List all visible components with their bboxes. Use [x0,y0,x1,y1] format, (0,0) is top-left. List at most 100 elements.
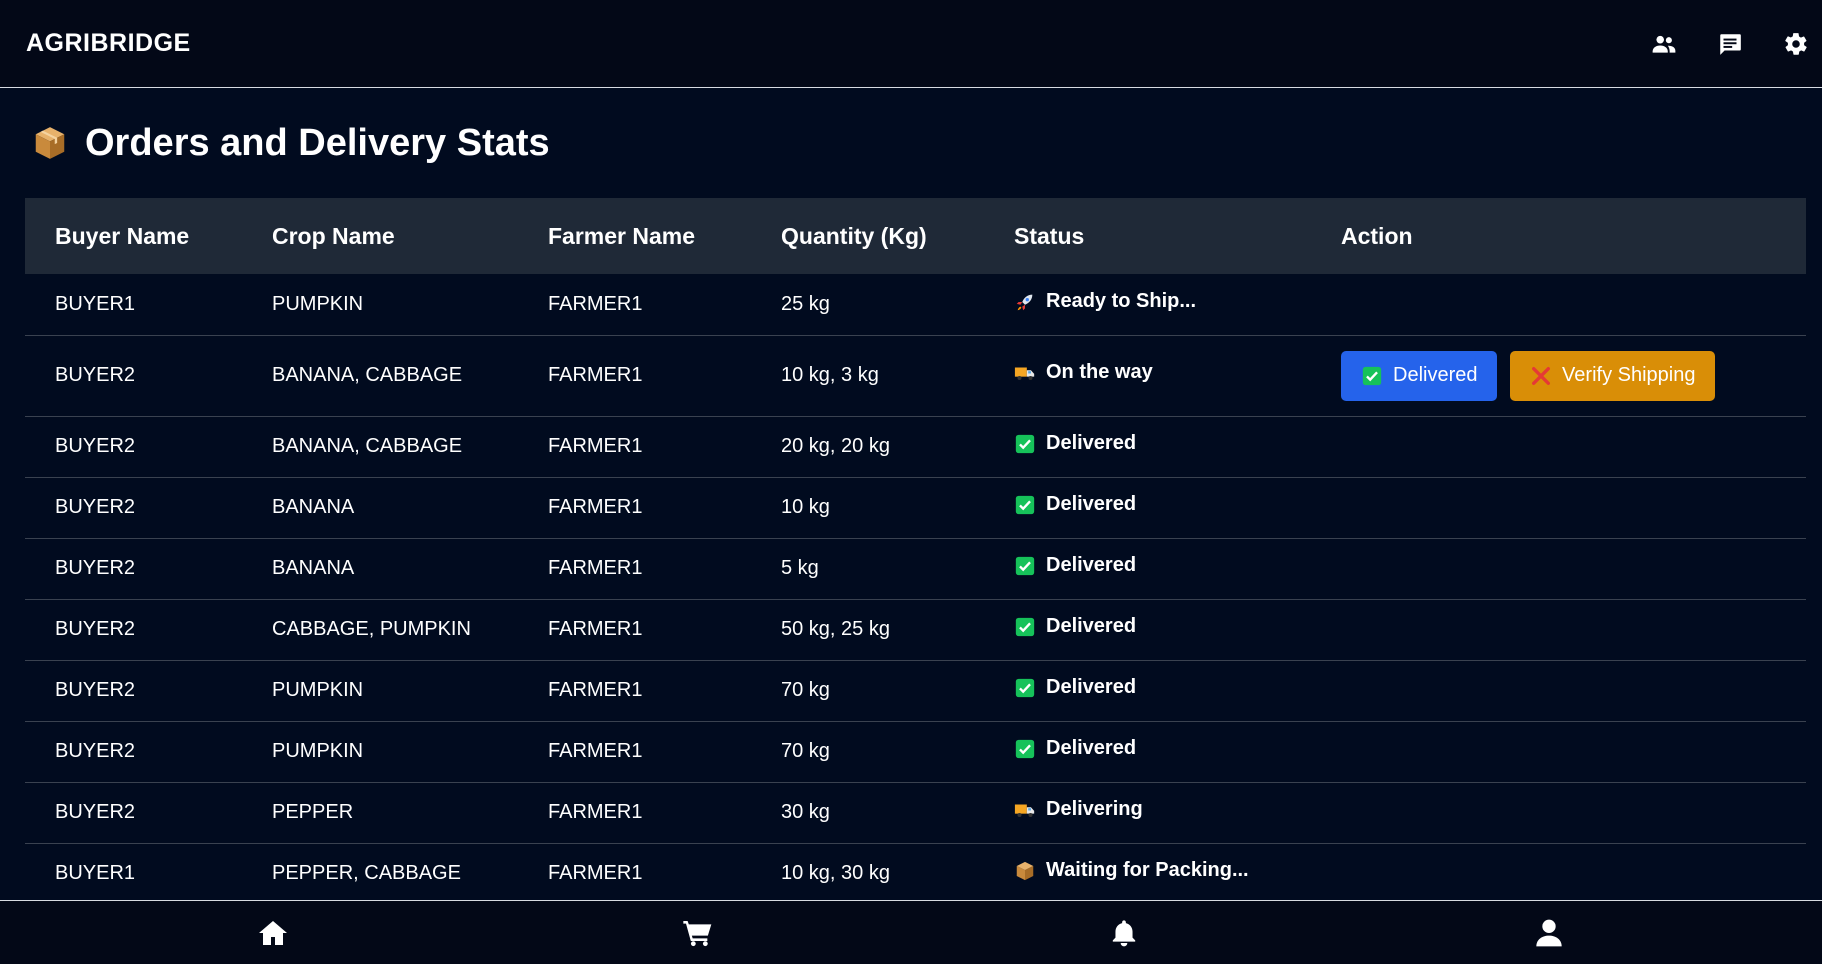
status-text: Delivered [1046,554,1137,577]
cart-icon[interactable] [678,913,718,953]
cross-icon [1532,366,1551,385]
action-cell: Delivered Verify Shipping [1311,335,1806,417]
home-icon[interactable] [253,913,293,953]
crop-cell: PEPPER [242,782,518,844]
table-header-row: Buyer Name Crop Name Farmer Name Quantit… [25,198,1806,274]
status-text: Delivered [1046,676,1137,699]
orders-table: Buyer Name Crop Name Farmer Name Quantit… [25,198,1806,900]
table-row: BUYER2 PEPPER FARMER1 30 kg Delivering [25,782,1806,844]
buyer-cell: BUYER2 [25,782,242,844]
status-cell: Delivered [984,599,1311,661]
crop-cell: CABBAGE, PUMPKIN [242,599,518,661]
main-content: Orders and Delivery Stats Buyer Name Cro… [0,88,1822,900]
quantity-cell: 70 kg [751,660,984,722]
check-icon [1015,434,1035,453]
status-text: Delivered [1046,432,1137,455]
buyer-cell: BUYER2 [25,721,242,783]
farmer-cell: FARMER1 [518,335,751,417]
check-icon [1015,678,1035,697]
action-cell [1311,477,1806,539]
action-cell [1311,721,1806,783]
action-cell [1311,843,1806,900]
top-bar: AGRIBRIDGE [0,0,1822,88]
table-row: BUYER2 PUMPKIN FARMER1 70 kg Delivered [25,660,1806,722]
buyer-cell: BUYER2 [25,335,242,417]
verify-shipping-button[interactable]: Verify Shipping [1510,350,1716,401]
header-actions [1650,30,1810,58]
status-text: Ready to Ship... [1046,290,1197,312]
bottom-navigation [0,900,1822,964]
buyer-cell: BUYER2 [25,416,242,478]
table-row: BUYER2 BANANA FARMER1 10 kg Delivered [25,477,1806,539]
table-row: BUYER1 PEPPER, CABBAGE FARMER1 10 kg, 30… [25,843,1806,900]
chat-icon[interactable] [1716,30,1744,58]
status-label: Delivered [1014,676,1136,699]
bell-icon[interactable] [1104,913,1144,953]
status-text: Waiting for Packing... [1046,859,1249,882]
crop-cell: PEPPER, CABBAGE [242,843,518,900]
action-cell [1311,782,1806,844]
status-label: Delivered [1014,554,1136,577]
farmer-cell: FARMER1 [518,538,751,600]
status-label: Delivered [1014,615,1136,638]
status-label: Delivered [1014,737,1136,760]
check-icon [1015,556,1035,575]
table-row: BUYER2 CABBAGE, PUMPKIN FARMER1 50 kg, 2… [25,599,1806,661]
status-label: Waiting for Packing... [1014,859,1249,882]
status-cell: Delivering [984,782,1311,844]
gear-icon[interactable] [1782,30,1810,58]
column-header-crop: Crop Name [272,222,395,249]
page-title: Orders and Delivery Stats [25,88,1806,198]
status-cell: Ready to Ship... [984,274,1311,336]
app-brand[interactable]: AGRIBRIDGE [26,29,191,58]
delivered-button[interactable]: Delivered [1341,350,1498,401]
buyer-cell: BUYER2 [25,660,242,722]
quantity-cell: 20 kg, 20 kg [751,416,984,478]
action-cell [1311,660,1806,722]
table-row: BUYER2 BANANA FARMER1 5 kg Delivered [25,538,1806,600]
buyer-cell: BUYER2 [25,599,242,661]
table-row: BUYER1 PUMPKIN FARMER1 25 kg Ready to Sh… [25,274,1806,336]
crop-cell: BANANA, CABBAGE [242,416,518,478]
quantity-cell: 70 kg [751,721,984,783]
column-header-quantity: Quantity (Kg) [781,222,927,249]
table-row: BUYER2 BANANA, CABBAGE FARMER1 10 kg, 3 … [25,335,1806,417]
check-icon [1015,495,1035,514]
status-label: Ready to Ship... [1014,290,1196,313]
crop-cell: BANANA [242,477,518,539]
status-label: On the way [1014,361,1153,384]
verify-shipping-button-label: Verify Shipping [1562,364,1696,386]
action-cell [1311,538,1806,600]
farmer-cell: FARMER1 [518,599,751,661]
status-cell: Delivered [984,660,1311,722]
crop-cell: PUMPKIN [242,274,518,336]
quantity-cell: 5 kg [751,538,984,600]
users-icon[interactable] [1650,30,1678,58]
status-text: On the way [1046,361,1153,384]
table-row: BUYER2 BANANA, CABBAGE FARMER1 20 kg, 20… [25,416,1806,478]
crop-cell: PUMPKIN [242,721,518,783]
buyer-cell: BUYER1 [25,843,242,900]
status-label: Delivered [1014,493,1136,516]
user-icon[interactable] [1529,913,1569,953]
status-cell: On the way [984,335,1311,417]
column-header-action: Action [1341,222,1413,249]
status-label: Delivering [1014,798,1143,821]
column-header-farmer: Farmer Name [548,222,696,249]
quantity-cell: 50 kg, 25 kg [751,599,984,661]
status-label: Delivered [1014,432,1136,455]
check-icon [1015,617,1035,636]
column-header-buyer: Buyer Name [55,222,190,249]
crop-cell: PUMPKIN [242,660,518,722]
quantity-cell: 10 kg, 30 kg [751,843,984,900]
quantity-cell: 10 kg, 3 kg [751,335,984,417]
action-cell [1311,274,1806,336]
page-title-text: Orders and Delivery Stats [85,121,550,164]
quantity-cell: 30 kg [751,782,984,844]
farmer-cell: FARMER1 [518,721,751,783]
quantity-cell: 25 kg [751,274,984,336]
truck-icon [1014,367,1035,380]
crop-cell: BANANA, CABBAGE [242,335,518,417]
action-cell [1311,416,1806,478]
status-text: Delivered [1046,493,1137,516]
